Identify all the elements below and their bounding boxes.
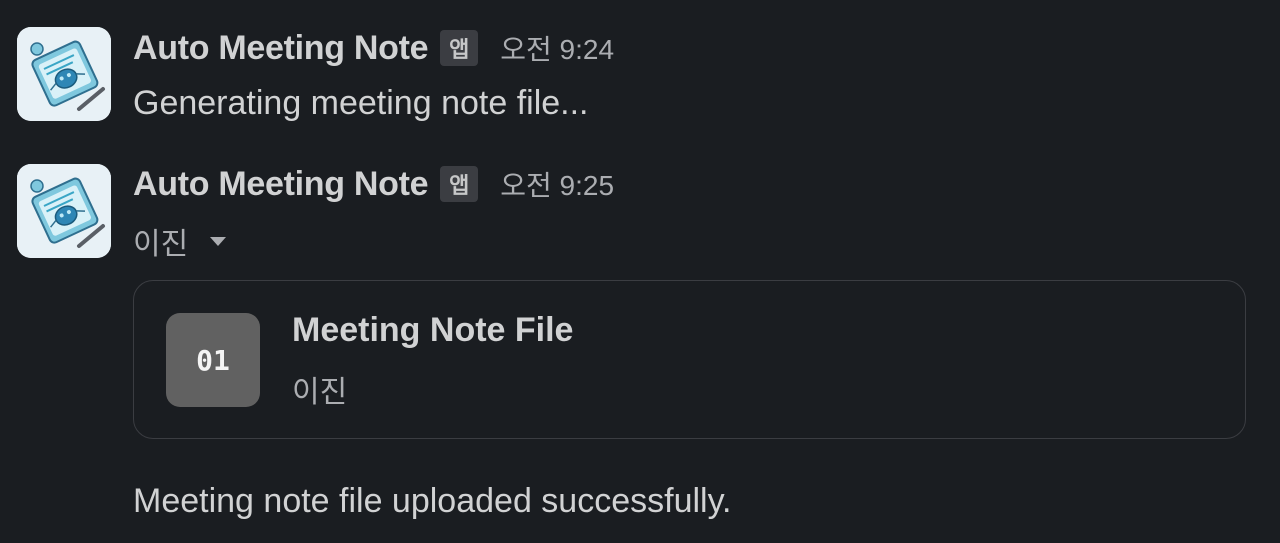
message-header: Auto Meeting Note 앱 오전 9:25 [133,162,614,206]
message-text: Meeting note file uploaded successfully. [133,482,732,520]
shared-by-name: 이진 [133,228,189,261]
timestamp[interactable]: 오전 9:25 [500,164,614,204]
shared-by-toggle[interactable]: 이진 [133,220,227,262]
file-icon: 01 [166,313,260,407]
app-badge: 앱 [440,166,479,202]
file-icon-label: 01 [196,343,230,377]
caret-down-icon [210,236,227,246]
file-subtitle: 이진 [292,376,348,409]
notebook-robot-icon [17,164,111,258]
message-2: Auto Meeting Note 앱 오전 9:25 이진 01 Meetin… [0,0,1280,543]
file-title[interactable]: Meeting Note File [292,311,573,350]
app-avatar[interactable] [17,164,111,258]
sender-name[interactable]: Auto Meeting Note [133,165,429,204]
file-attachment-card[interactable]: 01 Meeting Note File 이진 [133,280,1246,439]
